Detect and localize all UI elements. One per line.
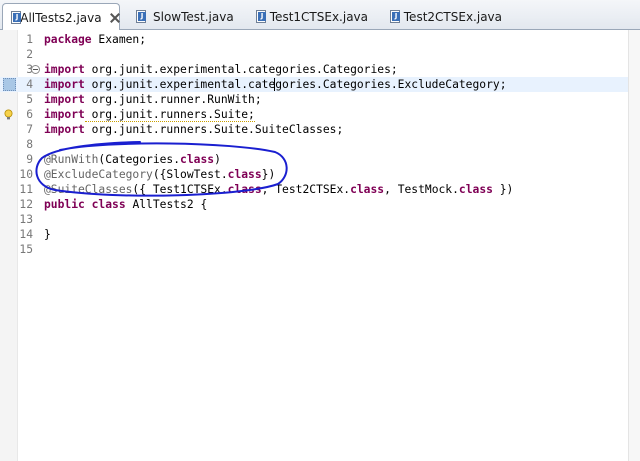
keyword-token: class <box>227 183 262 196</box>
code-line[interactable]: 4 import org.junit.experimental.categorie… <box>0 77 628 92</box>
code-token: ({SlowTest. <box>152 168 228 181</box>
line-number: 4 <box>26 78 33 91</box>
code-token: ) <box>214 153 221 166</box>
code-token: org.junit.runners.Suite; <box>84 108 255 122</box>
line-number: 8 <box>26 138 33 151</box>
line-number: 11 <box>19 183 33 196</box>
tab-slowtest[interactable]: J SlowTest.java <box>128 3 234 30</box>
keyword-token: class <box>458 183 493 196</box>
keyword-token: import <box>44 108 85 121</box>
editor-tab-bar: J AllTests2.java J SlowTest.java J Test1… <box>0 0 640 31</box>
code-text: public class AllTests2 { <box>44 197 207 212</box>
java-file-icon: J <box>254 9 266 24</box>
code-line[interactable]: 3 import org.junit.experimental.categorie… <box>0 62 628 77</box>
text-cursor <box>274 78 275 91</box>
line-number: 15 <box>19 243 33 256</box>
code-token: (Categories. <box>98 153 181 166</box>
tab-label: SlowTest.java <box>153 9 234 24</box>
line-number: 1 <box>26 33 33 46</box>
java-file-icon: J <box>388 9 400 24</box>
line-number: 12 <box>19 198 33 211</box>
annotation-token: @RunWith <box>44 153 99 166</box>
line-number: 7 <box>26 123 33 136</box>
code-text: @ExcludeCategory({SlowTest.class}) <box>44 167 275 182</box>
java-file-icon: J <box>134 9 148 24</box>
occurrence-marker-icon[interactable] <box>3 78 16 91</box>
code-token: Examen; <box>91 33 147 46</box>
code-text: import org.junit.runners.Suite.SuiteClas… <box>44 122 343 137</box>
tab-label: Test1CTSEx.java <box>269 9 368 24</box>
code-token: }) <box>261 168 276 181</box>
line-number: 14 <box>19 228 33 241</box>
keyword-token: class <box>180 153 215 166</box>
tab-alltests2[interactable]: J AllTests2.java <box>2 3 120 31</box>
code-token: AllTests2 { <box>125 198 208 211</box>
tab-test1ctsex[interactable]: J Test1CTSEx.java <box>248 3 368 30</box>
keyword-token: package <box>44 33 92 46</box>
line-number: 5 <box>26 93 33 106</box>
fold-collapse-icon[interactable] <box>31 65 40 74</box>
code-text: import org.junit.experimental.categories… <box>44 62 398 77</box>
code-token: org.junit.runners.Suite.SuiteClasses; <box>84 123 344 136</box>
code-token: org.junit.runner.RunWith; <box>84 93 262 106</box>
line-number: 9 <box>26 153 33 166</box>
code-line[interactable]: 1 package Examen; <box>0 32 628 47</box>
code-lines[interactable]: 1 package Examen; 2 3 import org.junit.exper… <box>0 32 628 257</box>
code-line[interactable]: 12 public class AllTests2 { <box>0 197 628 212</box>
code-text: import org.junit.runners.Suite; <box>44 107 255 122</box>
keyword-token: import <box>44 78 85 91</box>
code-line[interactable]: 7 import org.junit.runners.Suite.SuiteCla… <box>0 122 628 137</box>
code-text: @RunWith(Categories.class) <box>44 152 221 167</box>
code-line[interactable]: 2 <box>0 47 628 62</box>
code-line[interactable]: 10 @ExcludeCategory({SlowTest.class}) <box>0 167 628 182</box>
keyword-token: class <box>350 183 385 196</box>
code-line[interactable]: 15 <box>0 242 628 257</box>
line-number: 10 <box>19 168 33 181</box>
keyword-token: class <box>227 168 262 181</box>
code-token: , Test2CTSEx. <box>261 183 351 196</box>
code-text: package Examen; <box>44 32 146 47</box>
line-number: 13 <box>19 213 33 226</box>
code-line[interactable]: 6 import org.junit.runners.Suite; <box>0 107 628 122</box>
overview-ruler[interactable] <box>628 30 640 461</box>
keyword-token: class <box>91 198 126 211</box>
close-icon[interactable] <box>109 12 114 24</box>
code-token: org.junit.experimental.categories.Catego… <box>84 63 398 76</box>
code-text: } <box>44 227 51 242</box>
code-token: }) <box>492 183 514 196</box>
tab-label: Test2CTSEx.java <box>403 9 502 24</box>
code-token: ({ Test1CTSEx. <box>132 183 228 196</box>
keyword-token: import <box>44 63 85 76</box>
code-line[interactable]: 8 <box>0 137 628 152</box>
tab-test2ctsex[interactable]: J Test2CTSEx.java <box>382 3 502 30</box>
code-text: @SuiteClasses({ Test1CTSEx.class, Test2C… <box>44 182 513 197</box>
annotation-token: @SuiteClasses <box>44 183 133 196</box>
code-editor[interactable]: 1 package Examen; 2 3 import org.junit.exper… <box>0 30 640 461</box>
code-line[interactable]: 5 import org.junit.runner.RunWith; <box>0 92 628 107</box>
line-number: 2 <box>26 48 33 61</box>
keyword-token: import <box>44 93 85 106</box>
java-file-icon: J <box>9 10 21 25</box>
tab-label: AllTests2.java <box>20 10 102 25</box>
warning-bulb-icon[interactable] <box>3 109 14 120</box>
code-text: import org.junit.runner.RunWith; <box>44 92 262 107</box>
code-text: import org.junit.experimental.categories… <box>44 77 507 92</box>
code-line[interactable]: 14} <box>0 227 628 242</box>
code-line[interactable]: 11 @SuiteClasses({ Test1CTSEx.class, Test… <box>0 182 628 197</box>
code-token: , TestMock. <box>384 183 459 196</box>
code-line[interactable]: 9 @RunWith(Categories.class) <box>0 152 628 167</box>
line-number: 6 <box>26 108 33 121</box>
annotation-token: @ExcludeCategory <box>44 168 153 181</box>
code-line[interactable]: 13 <box>0 212 628 227</box>
keyword-token: import <box>44 123 85 136</box>
code-token: org.junit.experimental.categories.Catego… <box>84 78 507 91</box>
code-token: } <box>44 228 51 241</box>
keyword-token: public <box>44 198 85 211</box>
